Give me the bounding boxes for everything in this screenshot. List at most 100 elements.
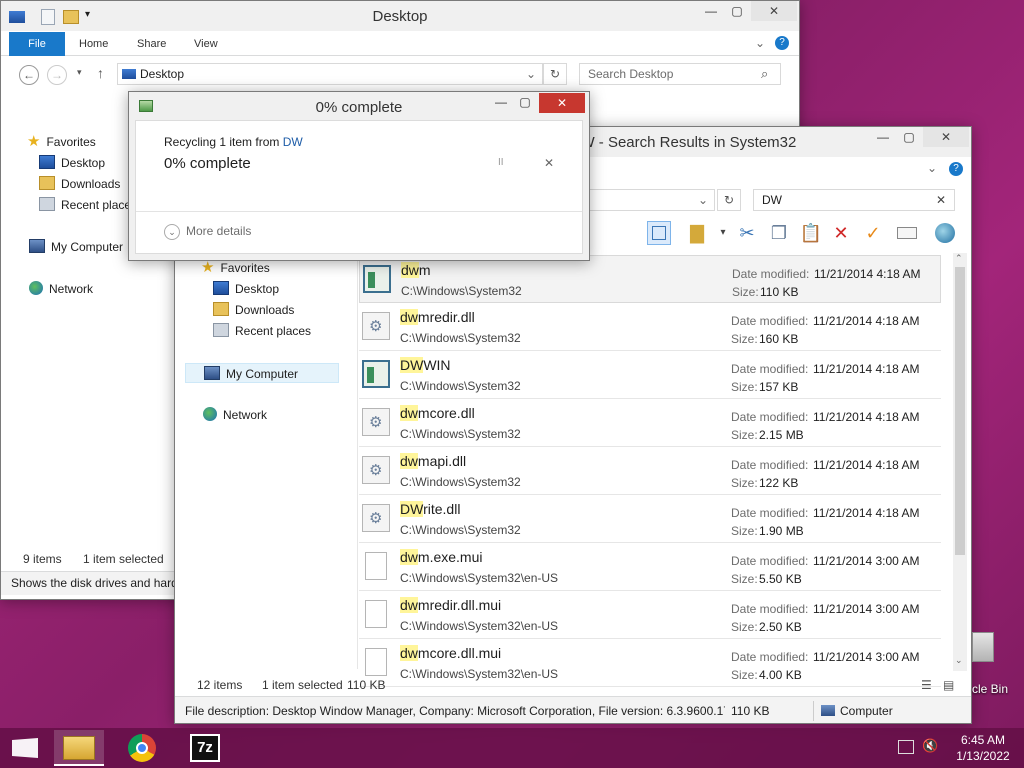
folder-options-icon[interactable]: ▇ [685,221,709,245]
result-row[interactable]: dwm.exe.mui C:\Windows\System32\en-US Date… [359,543,941,591]
maximize-button[interactable]: ▢ [895,127,923,147]
scroll-up-icon[interactable]: ⌃ [955,253,963,264]
help-icon[interactable]: ? [775,36,789,50]
nav-favorites[interactable]: ★ Favorites [27,132,96,152]
nav-favorites[interactable]: ★ Favorites [201,258,270,278]
pause-icon[interactable]: II [498,157,504,168]
file-path: C:\Windows\System32\en-US [400,619,559,633]
file-name: dwmcore.dll [400,405,475,421]
close-button[interactable]: ✕ [923,127,969,147]
preview-pane-icon[interactable] [647,221,671,245]
folder-options-dropdown-icon[interactable]: ▾ [711,221,735,245]
source-folder-link[interactable]: DW [283,135,303,149]
refresh-button[interactable]: ↻ [543,63,567,85]
paste-icon[interactable]: 📋 [799,221,823,245]
start-button[interactable] [0,730,50,766]
tab-share[interactable]: Share [129,32,174,56]
result-row[interactable]: dwmcore.dll.mui C:\Windows\System32\en-US… [359,639,941,687]
result-row[interactable]: dwmredir.dll.mui C:\Windows\System32\en-U… [359,591,941,639]
search-icon[interactable]: ⌕ [761,66,768,82]
chrome-taskbar-button[interactable] [118,730,168,766]
globe-icon[interactable] [933,221,957,245]
size-value: 1.90 MB [759,524,804,538]
search-value: DW [762,193,782,207]
size-value: 2.15 MB [759,428,804,442]
large-icons-view-icon[interactable]: ▤ [943,678,954,692]
expand-ribbon-icon[interactable]: ⌄ [927,161,937,175]
result-row[interactable]: dwmapi.dll C:\Windows\System32 Date modifi… [359,447,941,495]
result-row[interactable]: DWrite.dll C:\Windows\System32 Date modifi… [359,495,941,543]
scroll-down-icon[interactable]: ⌄ [955,655,963,666]
desktop-icon [122,69,136,79]
scrollbar-thumb[interactable] [955,267,965,555]
copy-icon[interactable]: ❐ [767,221,791,245]
details-view-icon[interactable]: ☰ [921,678,932,692]
address-bar[interactable]: Desktop ⌄ [117,63,543,85]
scrollbar[interactable]: ⌃ ⌄ [953,253,967,671]
desktop-icon [213,281,229,295]
cut-icon[interactable]: ✂ [735,221,759,245]
tab-file[interactable]: File [9,32,65,56]
cancel-icon[interactable]: ✕ [544,156,554,170]
result-row[interactable]: dwmredir.dll C:\Windows\System32 Date modi… [359,303,941,351]
nav-my-computer[interactable]: My Computer [29,237,123,257]
search-input[interactable]: DW ✕ [753,189,955,211]
search-input[interactable]: Search Desktop [579,63,781,85]
address-bar[interactable]: ⌄ [587,189,715,211]
expand-ribbon-icon[interactable]: ⌄ [755,36,765,50]
result-row[interactable]: dwm C:\Windows\System32 Date modified: 11/2… [359,255,941,303]
result-row[interactable]: dwmcore.dll C:\Windows\System32 Date modif… [359,399,941,447]
network-tray-icon[interactable] [898,740,914,754]
result-row[interactable]: DWWIN C:\Windows\System32 Date modified: 11… [359,351,941,399]
file-name: dwmcore.dll.mui [400,645,501,661]
tab-view[interactable]: View [186,32,226,56]
nav-network[interactable]: Network [29,279,93,299]
nav-downloads[interactable]: Downloads [213,300,294,320]
nav-pane-divider[interactable] [357,249,358,669]
status-item-count: 9 items [23,552,62,566]
file-path: C:\Windows\System32\en-US [400,571,559,585]
minimize-button[interactable]: — [697,1,725,21]
forward-icon[interactable]: → [47,65,67,85]
nav-downloads[interactable]: Downloads [39,174,120,194]
file-explorer-taskbar-button[interactable] [54,730,104,766]
clock-date: 1/13/2022 [956,749,1010,763]
nav-desktop[interactable]: Desktop [213,279,279,299]
close-button[interactable]: ✕ [539,93,585,113]
maximize-button[interactable]: ▢ [723,1,751,21]
checkmark-icon[interactable]: ✓ [861,221,885,245]
progress-dialog[interactable]: 0% complete — ▢ ✕ Recycling 1 item from … [128,91,590,261]
nav-desktop[interactable]: Desktop [39,153,105,173]
file-name-rest: mapi.dll [417,453,467,469]
minimize-button[interactable]: — [869,127,897,147]
nav-recent-places[interactable]: Recent places [39,195,137,215]
recent-places-icon [39,197,55,211]
address-dropdown-icon[interactable]: ⌄ [698,190,708,210]
address-dropdown-icon[interactable]: ⌄ [526,64,536,84]
delete-icon[interactable]: ✕ [829,221,853,245]
help-icon[interactable]: ? [949,162,963,176]
clock[interactable]: 6:45 AM 1/13/2022 [948,732,1018,764]
up-icon[interactable]: ↑ [97,65,104,81]
file-exe-icon [363,265,391,293]
volume-muted-icon[interactable]: 🔇 [922,738,938,754]
nav-network[interactable]: Network [203,405,267,425]
nav-my-computer[interactable]: My Computer [185,363,339,383]
date-modified-label: Date modified: [731,410,809,424]
details-size: 110 KB [731,704,770,718]
close-button[interactable]: ✕ [751,1,797,21]
maximize-button[interactable]: ▢ [511,92,539,112]
rename-icon[interactable] [895,221,919,245]
file-path: C:\Windows\System32 [400,379,521,393]
recent-locations-icon[interactable]: ▾ [77,67,82,78]
7zip-taskbar-button[interactable]: 7z [180,730,230,766]
nav-recent-places[interactable]: Recent places [213,321,311,341]
more-details-toggle[interactable]: ⌄ More details [164,224,251,240]
refresh-button[interactable]: ↻ [717,189,741,211]
tab-home[interactable]: Home [71,32,116,56]
clear-search-icon[interactable]: ✕ [936,190,946,210]
recycle-bin-desktop-icon[interactable]: cle Bin [972,630,1024,700]
title-bar[interactable]: ▾ Desktop — ▢ ✕ [1,1,799,31]
back-icon[interactable]: ← [19,65,39,85]
date-modified-label: Date modified: [731,314,809,328]
